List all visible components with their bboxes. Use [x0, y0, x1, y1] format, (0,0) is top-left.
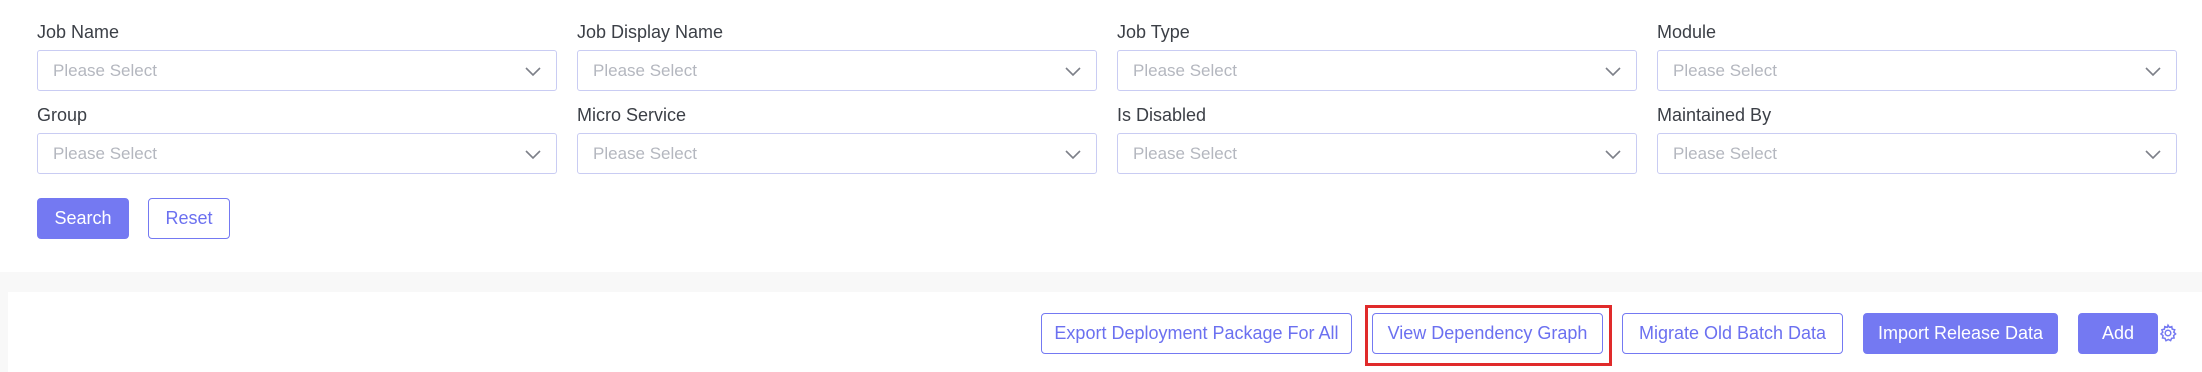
add-button[interactable]: Add: [2078, 313, 2158, 354]
select-placeholder: Please Select: [1133, 144, 1237, 163]
chevron-down-icon: [1065, 67, 1081, 77]
section-divider-edge: [0, 272, 8, 372]
is-disabled-select[interactable]: Please Select: [1117, 133, 1637, 174]
filter-panel: Job Name Please Select Job Display Name …: [0, 0, 2202, 272]
maintained-by-label: Maintained By: [1657, 105, 1772, 125]
select-placeholder: Please Select: [593, 144, 697, 163]
select-placeholder: Please Select: [1673, 144, 1777, 163]
job-name-label: Job Name: [37, 22, 120, 42]
select-placeholder: Please Select: [53, 61, 157, 80]
select-placeholder: Please Select: [53, 144, 157, 163]
chevron-down-icon: [1605, 150, 1621, 160]
chevron-down-icon: [1605, 67, 1621, 77]
job-display-name-select[interactable]: Please Select: [577, 50, 1097, 91]
section-divider: [0, 272, 2202, 292]
module-select[interactable]: Please Select: [1657, 50, 2177, 91]
job-type-label: Job Type: [1117, 22, 1190, 42]
chevron-down-icon: [525, 150, 541, 160]
chevron-down-icon: [2145, 67, 2161, 77]
gear-icon[interactable]: [2158, 323, 2178, 343]
micro-service-label: Micro Service: [577, 105, 687, 125]
is-disabled-label: Is Disabled: [1117, 105, 1207, 125]
chevron-down-icon: [525, 67, 541, 77]
migrate-old-batch-data-button[interactable]: Migrate Old Batch Data: [1622, 313, 1843, 354]
job-name-select[interactable]: Please Select: [37, 50, 557, 91]
group-select[interactable]: Please Select: [37, 133, 557, 174]
export-deployment-package-button[interactable]: Export Deployment Package For All: [1041, 313, 1352, 354]
view-dependency-graph-button[interactable]: View Dependency Graph: [1372, 313, 1603, 354]
micro-service-select[interactable]: Please Select: [577, 133, 1097, 174]
module-label: Module: [1657, 22, 1717, 42]
select-placeholder: Please Select: [1673, 61, 1777, 80]
chevron-down-icon: [1065, 150, 1081, 160]
import-release-data-button[interactable]: Import Release Data: [1863, 313, 2058, 354]
maintained-by-select[interactable]: Please Select: [1657, 133, 2177, 174]
job-type-select[interactable]: Please Select: [1117, 50, 1637, 91]
select-placeholder: Please Select: [1133, 61, 1237, 80]
reset-button[interactable]: Reset: [148, 198, 230, 239]
select-placeholder: Please Select: [593, 61, 697, 80]
job-display-name-label: Job Display Name: [577, 22, 724, 42]
search-button[interactable]: Search: [37, 198, 129, 239]
chevron-down-icon: [2145, 150, 2161, 160]
group-label: Group: [37, 105, 88, 125]
